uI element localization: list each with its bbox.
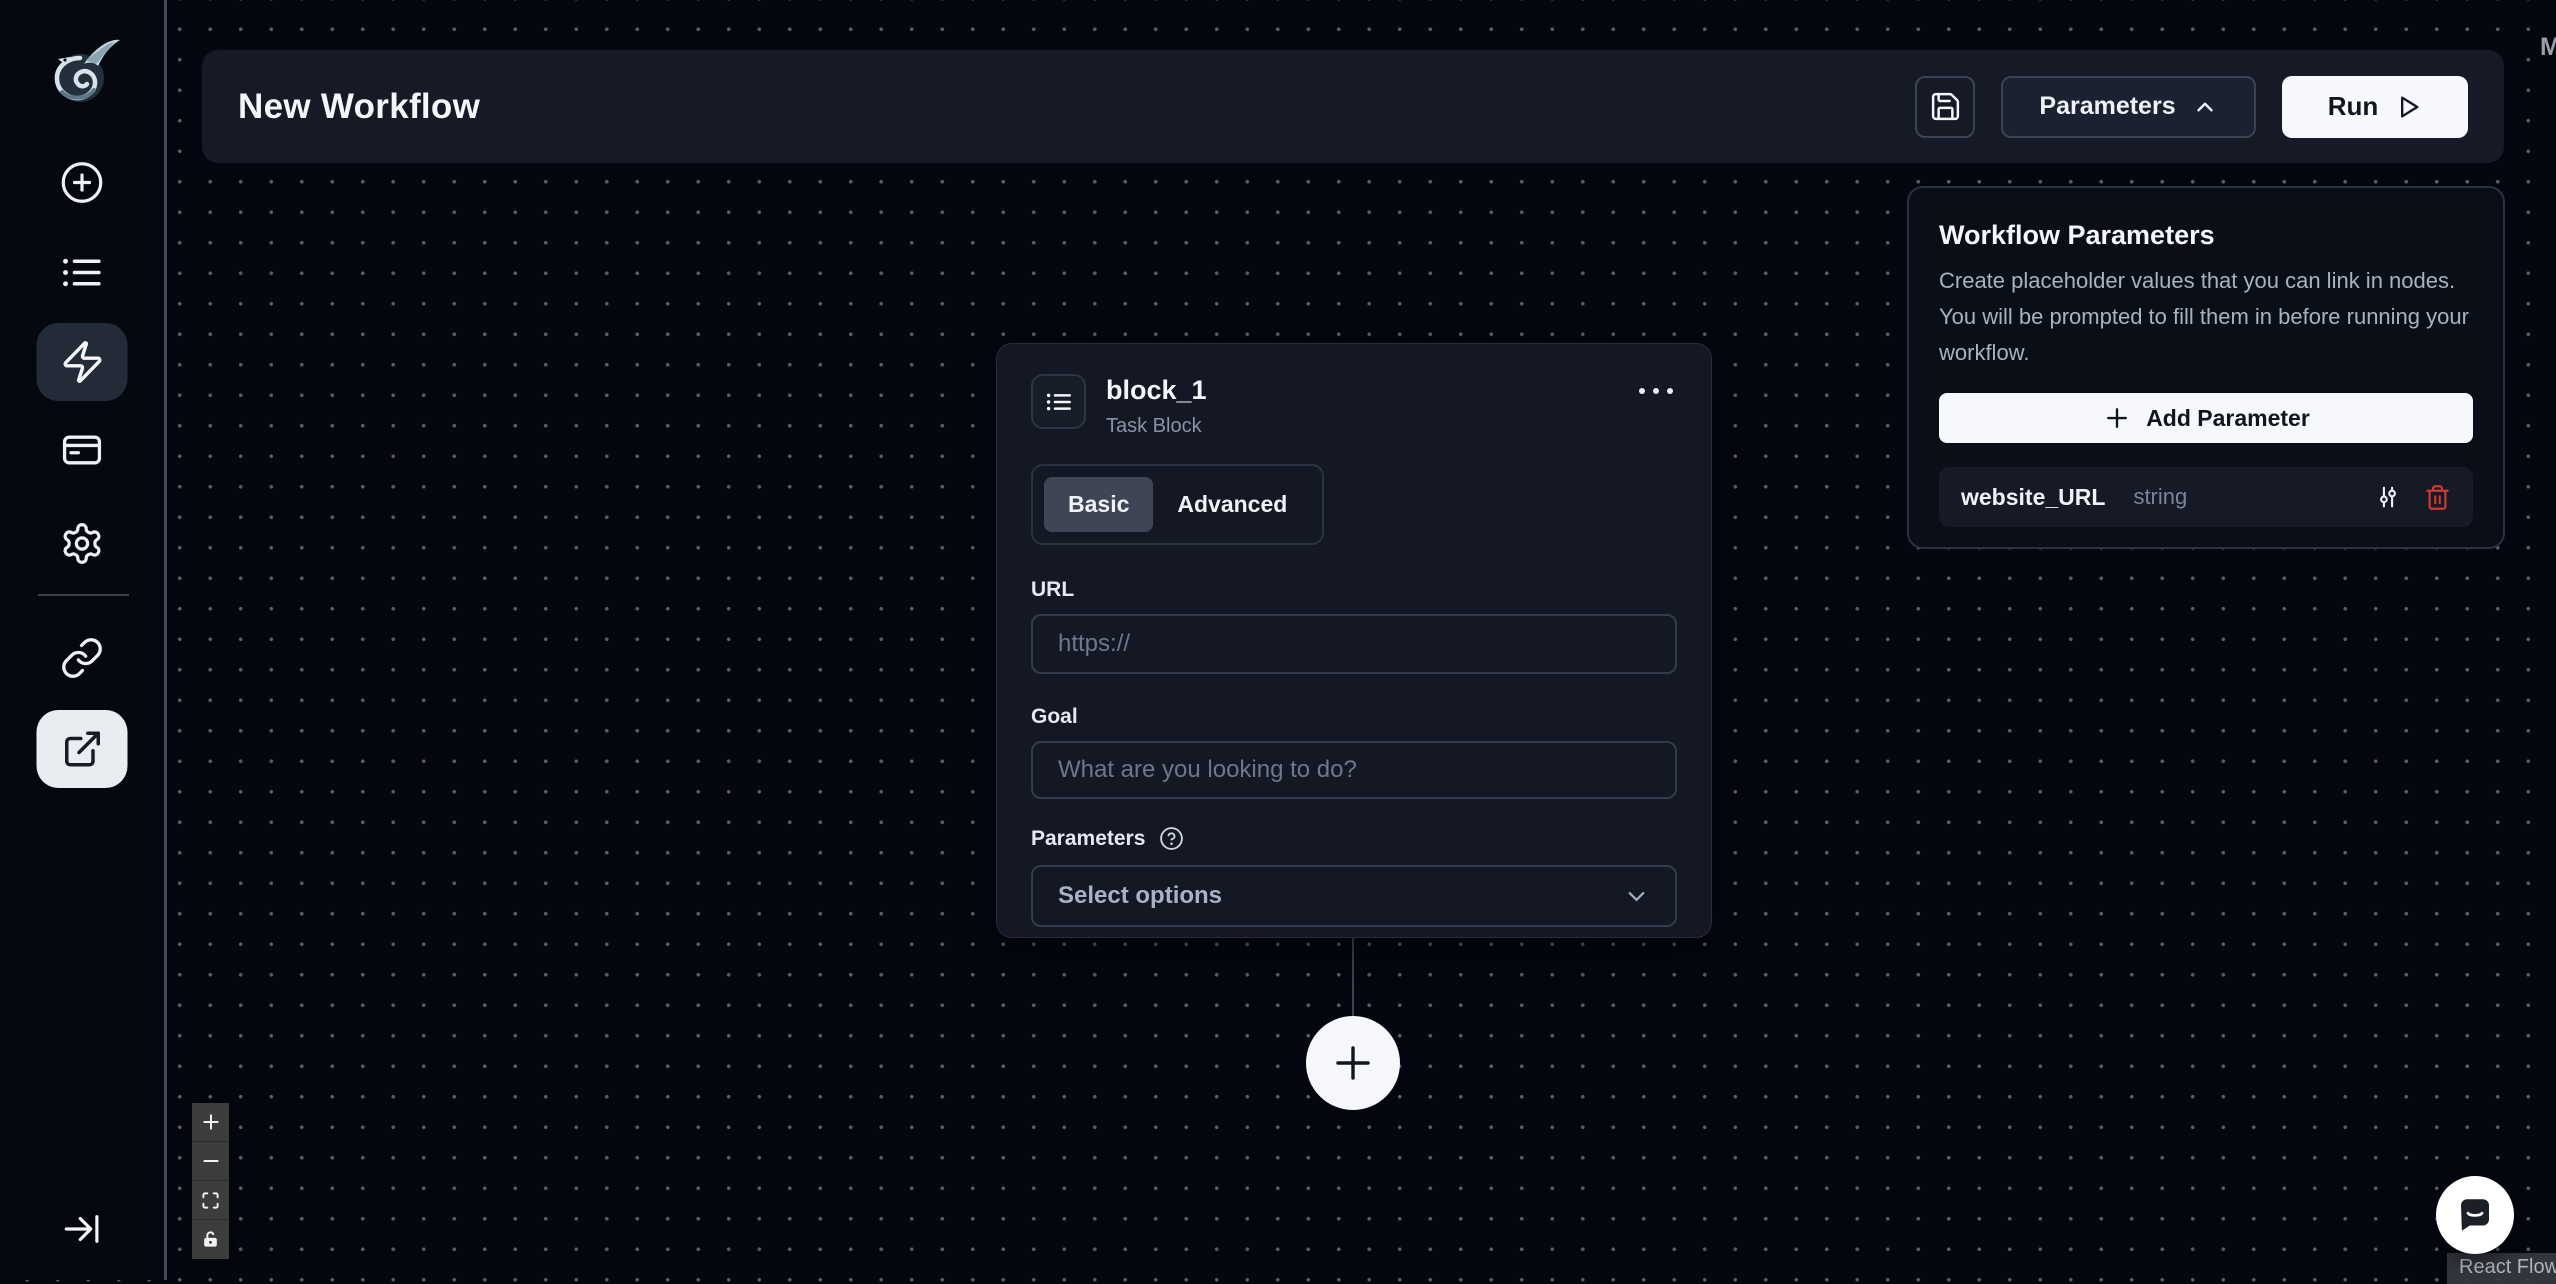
sidebar xyxy=(0,0,167,1280)
select-placeholder: Select options xyxy=(1058,882,1223,909)
sidebar-item-runs[interactable] xyxy=(60,250,105,295)
plus-icon xyxy=(2107,408,2128,428)
sidebar-divider xyxy=(38,594,129,596)
fit-view-button[interactable] xyxy=(192,1181,229,1220)
panel-description: Create placeholder values that you can l… xyxy=(1939,268,2469,365)
block-title-group: block_1 Task Block xyxy=(1106,374,1207,438)
play-icon xyxy=(2401,96,2419,118)
lock-icon xyxy=(204,1231,217,1247)
page-title: New Workflow xyxy=(238,86,481,126)
zoom-in-button[interactable] xyxy=(192,1103,229,1142)
clipped-edge-text: M xyxy=(2540,33,2556,61)
run-button[interactable]: Run xyxy=(2282,75,2468,138)
task-list-icon xyxy=(1046,393,1071,410)
parameters-label-row: Parameters xyxy=(1031,826,1677,851)
edge-connector xyxy=(1352,938,1354,1018)
delete-parameter-trash-icon[interactable] xyxy=(2424,484,2451,511)
parameter-key: website_URL xyxy=(1961,483,2106,510)
minus-icon xyxy=(202,1160,219,1162)
parameter-type: string xyxy=(2133,484,2188,509)
external-link-icon xyxy=(64,731,100,767)
add-parameter-button[interactable]: Add Parameter xyxy=(1939,393,2473,443)
canvas-controls xyxy=(192,1103,229,1259)
save-icon xyxy=(1931,92,1959,121)
parameters-toggle-button[interactable]: Parameters xyxy=(2001,75,2256,138)
sidebar-item-create[interactable] xyxy=(60,160,105,205)
tab-basic[interactable]: Basic xyxy=(1044,477,1154,532)
chat-smile-icon xyxy=(2461,1199,2489,1231)
lightning-icon xyxy=(63,341,101,383)
sidebar-item-external[interactable] xyxy=(36,710,128,788)
block-mode-tabs: Basic Advanced xyxy=(1031,464,1325,545)
gear-icon xyxy=(63,523,101,564)
sidebar-expand-button[interactable] xyxy=(61,1208,103,1250)
save-button[interactable] xyxy=(1915,75,1975,138)
browser-card-icon xyxy=(62,435,102,465)
plus-circle-icon xyxy=(61,162,103,203)
url-label: URL xyxy=(1031,578,1075,601)
edit-parameter-sliders-icon[interactable] xyxy=(2374,483,2402,511)
block-type-label: Task Block xyxy=(1106,415,1202,437)
url-input[interactable] xyxy=(1031,614,1677,674)
sidebar-item-integrations[interactable] xyxy=(60,636,104,680)
plus-icon xyxy=(202,1114,219,1130)
parameters-select[interactable]: Select options xyxy=(1031,865,1677,927)
list-icon xyxy=(63,258,101,287)
add-block-button[interactable] xyxy=(1306,1016,1400,1110)
react-flow-attribution[interactable]: React Flow xyxy=(2447,1253,2556,1284)
sidebar-item-settings[interactable] xyxy=(60,521,105,566)
workflow-parameters-panel: Workflow Parameters Create placeholder v… xyxy=(1907,186,2505,549)
panel-title: Workflow Parameters xyxy=(1939,220,2215,250)
workflow-editor: { "header": { "title": "New Workflow", "… xyxy=(0,0,2556,1284)
chevron-down-icon xyxy=(1628,891,1645,901)
parameter-row: website_URL string xyxy=(1939,467,2473,527)
add-parameter-label: Add Parameter xyxy=(2146,404,2310,431)
tab-advanced[interactable]: Advanced xyxy=(1153,477,1311,532)
sidebar-item-workflows[interactable] xyxy=(36,323,128,401)
parameters-button-label: Parameters xyxy=(2039,92,2176,120)
goal-input[interactable] xyxy=(1031,741,1677,799)
goal-label: Goal xyxy=(1031,705,1078,728)
block-type-icon-box xyxy=(1031,374,1086,429)
lock-interactivity-button[interactable] xyxy=(192,1220,229,1259)
chevron-up-icon xyxy=(2196,102,2213,111)
run-button-label: Run xyxy=(2327,91,2379,121)
block-menu-button[interactable] xyxy=(1635,384,1677,398)
parameters-label: Parameters xyxy=(1031,826,1146,850)
link-icon xyxy=(62,638,102,678)
sidebar-item-browsers[interactable] xyxy=(60,428,104,472)
arrow-right-to-bar-icon xyxy=(64,1215,99,1243)
plus-icon xyxy=(1336,1046,1370,1080)
support-chat-button[interactable] xyxy=(2436,1176,2514,1254)
block-name: block_1 xyxy=(1106,375,1207,405)
ellipsis-icon xyxy=(1639,388,1673,394)
task-block-node[interactable]: block_1 Task Block Basic Advanced URL Go… xyxy=(996,343,1712,938)
help-circle-icon[interactable] xyxy=(1159,826,1184,851)
fit-view-icon xyxy=(202,1191,219,1209)
zoom-out-button[interactable] xyxy=(192,1142,229,1181)
app-logo-dragon-icon xyxy=(36,26,128,118)
workflow-header: New Workflow Parameters Run xyxy=(202,50,2504,163)
